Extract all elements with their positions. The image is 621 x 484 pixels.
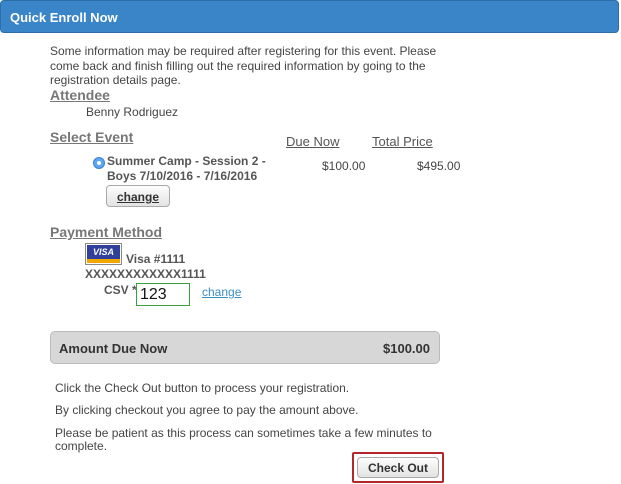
- dialog-title-bar: Quick Enroll Now: [0, 0, 619, 33]
- checkout-button-highlight: Check Out: [352, 452, 444, 483]
- patience-note: Please be patient as this process can so…: [55, 426, 432, 453]
- due-now-column-header: Due Now: [286, 134, 340, 149]
- payment-method-heading: Payment Method: [50, 224, 163, 240]
- dialog-title: Quick Enroll Now: [10, 10, 118, 25]
- total-price-column-header: Total Price: [372, 134, 433, 149]
- event-due-now: $100.00: [322, 159, 366, 173]
- select-event-heading: Select Event: [50, 129, 134, 145]
- amount-due-bar: Amount Due Now $100.00: [50, 331, 440, 364]
- csv-input[interactable]: 123: [136, 283, 190, 306]
- attendee-heading: Attendee: [50, 87, 110, 103]
- event-radio-button[interactable]: [93, 157, 105, 169]
- intro-text: Some information may be required after r…: [50, 44, 437, 87]
- attendee-name: Benny Rodriguez: [86, 105, 179, 119]
- checkout-button[interactable]: Check Out: [357, 457, 439, 478]
- event-total-price: $495.00: [417, 159, 461, 173]
- visa-logo-text: VISA: [87, 245, 120, 259]
- checkout-instruction: Click the Check Out button to process yo…: [55, 381, 350, 395]
- visa-card-icon: VISA: [85, 243, 122, 265]
- amount-due-value: $100.00: [383, 341, 430, 356]
- event-name-line2: Boys 7/10/2016 - 7/16/2016: [107, 169, 258, 183]
- agreement-note: By clicking checkout you agree to pay th…: [55, 403, 359, 417]
- change-payment-link[interactable]: change: [202, 285, 241, 299]
- event-name: Summer Camp - Session 2 - Boys 7/10/2016…: [107, 154, 277, 184]
- visa-logo-stripe: [87, 259, 120, 263]
- csv-label: CSV *: [104, 283, 137, 297]
- event-name-line1: Summer Camp - Session 2 -: [107, 154, 266, 168]
- card-label: Visa #1111: [126, 252, 186, 266]
- card-number: XXXXXXXXXXXX1111: [85, 267, 206, 281]
- amount-due-label: Amount Due Now: [59, 341, 168, 356]
- change-event-button[interactable]: change: [106, 185, 170, 207]
